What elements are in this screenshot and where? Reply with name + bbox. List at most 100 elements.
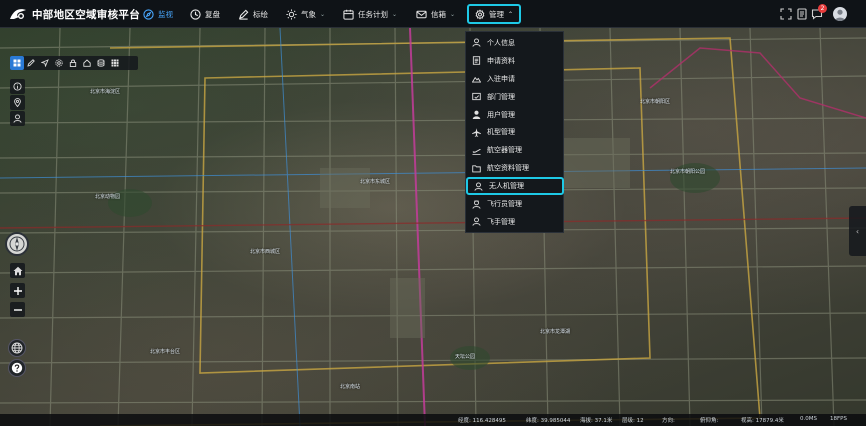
- menu-item-label: 航空资料管理: [487, 164, 529, 173]
- map-label: 北京市龙潭湖: [540, 329, 571, 335]
- document-icon[interactable]: [796, 8, 808, 20]
- menu-item-drone-management[interactable]: 无人机管理: [466, 177, 564, 196]
- menu-item-label: 入驻申请: [487, 74, 515, 83]
- map-label: 北京动物园: [95, 194, 121, 200]
- zoom-out-button[interactable]: [10, 302, 25, 317]
- logo-icon: [10, 9, 26, 19]
- menu-item-operator-management[interactable]: 飞手管理: [466, 213, 563, 231]
- status-level: 层级: 12: [622, 418, 644, 424]
- database-button[interactable]: [94, 56, 108, 70]
- calendar-icon: [343, 9, 354, 20]
- globe-button[interactable]: [8, 339, 26, 357]
- status-latitude: 纬度: 39.985044: [526, 418, 571, 424]
- mail-icon: [416, 10, 427, 18]
- menu-item-pilot-management[interactable]: 飞行员管理: [466, 195, 563, 213]
- help-button[interactable]: [8, 359, 26, 377]
- menu-item-department-management[interactable]: 部门管理: [466, 88, 563, 106]
- gear-icon: [55, 59, 63, 67]
- avatar[interactable]: [833, 7, 847, 21]
- info-icon: [13, 82, 22, 91]
- menu-item-label: 机型管理: [487, 128, 515, 137]
- menu-item-personal-info[interactable]: 个人信息: [466, 34, 563, 52]
- location-pin-icon: [14, 98, 21, 107]
- menu-item-label: 个人信息: [487, 38, 515, 47]
- notification-badge: 2: [818, 4, 827, 13]
- tiles-button[interactable]: [108, 56, 122, 70]
- map-compass[interactable]: [5, 232, 29, 256]
- nav-label: 信箱: [431, 9, 446, 19]
- menu-item-label: 航空器管理: [487, 146, 522, 155]
- nav-label: 管理: [488, 9, 504, 19]
- status-fps: 18FPS: [830, 416, 847, 422]
- location-button[interactable]: [10, 95, 25, 110]
- right-panel-toggle[interactable]: ‹: [849, 206, 866, 256]
- pencil-icon: [238, 9, 249, 20]
- user-icon: [474, 182, 483, 191]
- menu-item-aircraft-model-management[interactable]: 机型管理: [466, 124, 563, 142]
- draw-button[interactable]: [24, 56, 38, 70]
- layers-grid-button[interactable]: [10, 56, 24, 70]
- user-icon: [472, 217, 481, 227]
- sun-icon: [286, 8, 297, 20]
- menu-item-aviation-data-management[interactable]: 航空资料管理: [466, 159, 563, 177]
- top-navigation-bar: 中部地区空域审核平台 监视 复盘 标绘 气象 ⌄ 任务计划 ⌄ 信箱 ⌄ 管理 …: [0, 0, 866, 28]
- menu-item-label: 无人机管理: [489, 182, 524, 191]
- nav-label: 复盘: [205, 9, 220, 19]
- compass-rose-icon: [9, 236, 25, 252]
- home-button[interactable]: [10, 263, 25, 278]
- menu-item-user-management[interactable]: 用户管理: [466, 106, 563, 124]
- plus-icon: [13, 286, 22, 295]
- map-label: 北京市东城区: [360, 179, 391, 185]
- map-label: 北京市朝阳公园: [670, 169, 706, 175]
- settings-button[interactable]: [52, 56, 66, 70]
- status-pitch: 俯仰角:: [700, 418, 719, 424]
- nav-plot[interactable]: 标绘: [238, 6, 268, 22]
- info-button[interactable]: [10, 79, 25, 94]
- map-toolbar: [10, 56, 138, 70]
- gear-icon: [475, 8, 485, 20]
- chevron-down-icon: ⌄: [320, 10, 326, 18]
- lock-button[interactable]: [66, 56, 80, 70]
- navigate-button[interactable]: [38, 56, 52, 70]
- status-heading: 方向:: [662, 418, 675, 424]
- navigation-arrow-icon: [41, 59, 49, 67]
- plane-takeoff-icon: [472, 148, 481, 155]
- fullscreen-icon[interactable]: [780, 8, 792, 20]
- tiles-icon: [111, 59, 119, 67]
- nav-label: 任务计划: [358, 9, 388, 19]
- home-view-button[interactable]: [80, 56, 94, 70]
- chevron-up-icon: ⌃: [507, 10, 513, 18]
- database-icon: [97, 59, 105, 67]
- status-bar: 经度: 116.428495 纬度: 39.985044 海拔: 37.1米 层…: [0, 414, 866, 426]
- nav-mailbox[interactable]: 信箱 ⌄: [416, 6, 455, 22]
- map-label: 北京市朝阳区: [640, 99, 671, 105]
- help-icon: [11, 362, 23, 374]
- status-altitude: 海拔: 37.1米: [580, 418, 613, 424]
- globe-icon: [11, 342, 23, 354]
- manage-dropdown-menu: 个人信息 申请资料 入驻申请 部门管理 用户管理 机型管理 航空器管理 航空资料…: [465, 31, 564, 233]
- nav-manage[interactable]: 管理 ⌃: [467, 4, 521, 24]
- map-label: 北京市海淀区: [90, 89, 121, 95]
- menu-item-label: 用户管理: [487, 110, 515, 119]
- person-button[interactable]: [10, 111, 25, 126]
- chevron-left-icon: ‹: [855, 226, 860, 236]
- nav-label: 标绘: [253, 9, 268, 19]
- chevron-down-icon: ⌄: [392, 10, 398, 18]
- user-solid-icon: [472, 110, 481, 120]
- nav-replay[interactable]: 复盘: [190, 6, 220, 22]
- menu-item-label: 飞行员管理: [487, 200, 522, 209]
- folder-icon: [472, 165, 481, 173]
- menu-item-settlement-application[interactable]: 入驻申请: [466, 70, 563, 88]
- nav-weather[interactable]: 气象 ⌄: [286, 6, 325, 22]
- department-icon: [472, 93, 481, 101]
- menu-item-aircraft-management[interactable]: 航空器管理: [466, 141, 563, 159]
- menu-item-application-materials[interactable]: 申请资料: [466, 52, 563, 70]
- zoom-in-button[interactable]: [10, 283, 25, 298]
- status-ms: 0.0MS: [800, 416, 817, 422]
- home-icon: [13, 266, 22, 275]
- satellite-map[interactable]: 北京市东城区 北京市朝阳区 北京市西城区 北京市海淀区 北京市丰台区 北京动物园…: [0, 28, 866, 426]
- nav-monitor[interactable]: 监视: [143, 6, 173, 22]
- grid-icon: [13, 59, 21, 67]
- brand: 中部地区空域审核平台: [8, 6, 140, 22]
- nav-task-plan[interactable]: 任务计划 ⌄: [343, 6, 397, 22]
